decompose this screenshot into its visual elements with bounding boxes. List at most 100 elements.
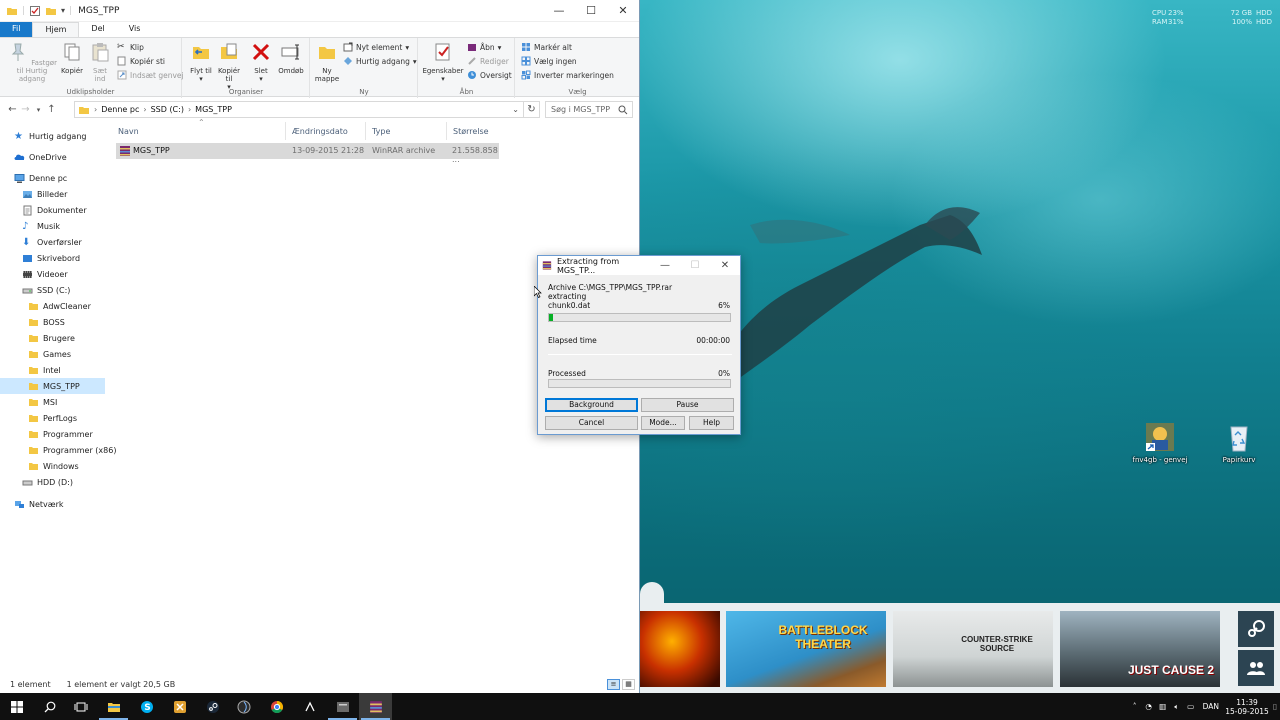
paste-button[interactable]: Sæt ind: [88, 41, 112, 83]
volume-icon[interactable]: 🔈︎: [1170, 702, 1184, 712]
taskbar-app-2[interactable]: [227, 693, 260, 720]
minimize-button[interactable]: —: [650, 260, 680, 271]
breadcrumb-ssd[interactable]: SSD (C:): [147, 105, 188, 114]
dialog-titlebar[interactable]: Extracting from MGS_TP... — ☐ ✕: [538, 256, 740, 275]
copy-button[interactable]: Kopiér: [58, 41, 86, 75]
nav-desktop[interactable]: Skrivebord: [22, 250, 80, 266]
game-tile-1[interactable]: [640, 611, 720, 687]
column-date[interactable]: Ændringsdato: [286, 122, 366, 140]
taskbar-chrome[interactable]: [260, 693, 293, 720]
tab-view[interactable]: Vis: [117, 22, 153, 37]
close-button[interactable]: ✕: [607, 0, 639, 22]
nav-folder[interactable]: PerfLogs: [28, 410, 77, 426]
column-name[interactable]: Navn: [112, 122, 286, 140]
select-all-button[interactable]: Markér alt: [521, 42, 572, 52]
nav-folder[interactable]: Programmer (x86): [28, 442, 116, 458]
network-icon[interactable]: ▥: [1156, 702, 1170, 711]
new-folder-icon[interactable]: [45, 5, 57, 17]
friends-icon[interactable]: [1238, 650, 1274, 686]
nav-this-pc[interactable]: Denne pc: [14, 170, 67, 186]
column-type[interactable]: Type: [366, 122, 447, 140]
game-tile-battleblock[interactable]: BATTLEBLOCK THEATER: [726, 611, 886, 687]
properties-check-icon[interactable]: [29, 5, 41, 17]
new-folder-button[interactable]: Ny mappe: [313, 41, 341, 83]
nav-folder[interactable]: MSI: [28, 394, 57, 410]
tab-share[interactable]: Del: [79, 22, 116, 37]
nav-folder[interactable]: Intel: [28, 362, 61, 378]
maximize-button[interactable]: ☐: [575, 0, 607, 22]
taskbar-app[interactable]: [163, 693, 196, 720]
address-bar[interactable]: › Denne pc › SSD (C:) › MGS_TPP ⌄: [74, 101, 524, 118]
new-item-button[interactable]: Nyt element ▾: [343, 42, 409, 52]
gamebar-tab[interactable]: [640, 582, 664, 604]
easy-access-button[interactable]: Hurtig adgang ▾: [343, 56, 417, 66]
breadcrumb-mgs-tpp[interactable]: MGS_TPP: [191, 105, 236, 114]
task-view-button[interactable]: [64, 693, 97, 720]
mode-button[interactable]: Mode...: [641, 416, 685, 430]
search-button[interactable]: [33, 693, 66, 720]
nav-folder[interactable]: Programmer: [28, 426, 93, 442]
copy-path-button[interactable]: Kopiér sti: [117, 56, 165, 66]
taskbar-app-4[interactable]: [326, 693, 359, 720]
help-button[interactable]: Help: [689, 416, 734, 430]
tab-file[interactable]: Fil: [0, 22, 33, 37]
table-row[interactable]: MGS_TPP 13-09-2015 21:28 WinRAR archive …: [116, 143, 499, 164]
up-arrow-icon[interactable]: ↑: [45, 104, 58, 115]
details-view-icon[interactable]: ≡: [607, 679, 620, 690]
nav-folder[interactable]: Games: [28, 346, 71, 362]
nav-quick-access[interactable]: ★ Hurtig adgang: [14, 128, 86, 144]
rename-button[interactable]: Omdøb: [276, 41, 306, 75]
nav-documents[interactable]: Dokumenter: [22, 202, 87, 218]
action-center-icon[interactable]: ▭: [1184, 702, 1198, 711]
move-to-button[interactable]: Flyt til ▾: [189, 41, 213, 83]
nav-hdd-d[interactable]: HDD (D:): [22, 474, 73, 490]
taskbar-skype[interactable]: S: [130, 693, 163, 720]
nav-folder[interactable]: BOSS: [28, 314, 65, 330]
pin-quick-access-button[interactable]: Fastgør til Hurtig adgang: [3, 41, 61, 83]
steam-icon[interactable]: [1238, 611, 1274, 647]
cut-button[interactable]: ✂ Klip: [117, 42, 144, 52]
taskbar-steam[interactable]: [196, 693, 229, 720]
search-input[interactable]: Søg i MGS_TPP: [545, 101, 633, 118]
qat-dropdown-icon[interactable]: ▾: [61, 6, 65, 15]
nav-folder[interactable]: AdwCleaner: [28, 298, 91, 314]
recent-locations-icon[interactable]: ▾: [32, 106, 45, 114]
invert-selection-button[interactable]: Inverter markeringen: [521, 70, 614, 80]
address-dropdown-icon[interactable]: ⌄: [512, 105, 519, 114]
start-button[interactable]: [0, 693, 33, 720]
input-language[interactable]: DAN: [1198, 702, 1224, 711]
taskbar-app-3[interactable]: [293, 693, 326, 720]
nav-onedrive[interactable]: OneDrive: [14, 149, 67, 165]
nav-folder[interactable]: Brugere: [28, 330, 75, 346]
breadcrumb-this-pc[interactable]: Denne pc: [97, 105, 143, 114]
refresh-button[interactable]: ↻: [524, 101, 540, 118]
taskbar-file-explorer[interactable]: [97, 693, 130, 720]
select-none-button[interactable]: Vælg ingen: [521, 56, 577, 66]
column-size[interactable]: Størrelse: [447, 122, 499, 140]
paste-shortcut-button[interactable]: Indsæt genvej: [117, 70, 184, 80]
open-button[interactable]: Åbn ▾: [467, 42, 501, 52]
desktop-icon-fnv4gb[interactable]: fnv4gb - genvej: [1130, 421, 1190, 464]
pause-button[interactable]: Pause: [641, 398, 734, 412]
nav-ssd-c[interactable]: SSD (C:): [22, 282, 70, 298]
nav-folder-selected[interactable]: MGS_TPP: [0, 378, 105, 394]
nav-videos[interactable]: Videoer: [22, 266, 68, 282]
history-button[interactable]: Oversigt: [467, 70, 512, 80]
desktop-icon-recycle-bin[interactable]: Papirkurv: [1209, 421, 1269, 464]
background-button[interactable]: Background: [545, 398, 638, 412]
notifications-icon[interactable]: ▯: [1270, 702, 1280, 711]
properties-button[interactable]: Egenskaber ▾: [421, 41, 465, 83]
cancel-button[interactable]: Cancel: [545, 416, 638, 430]
tab-home[interactable]: Hjem: [32, 22, 80, 37]
delete-button[interactable]: Slet ▾: [249, 41, 273, 83]
back-arrow-icon[interactable]: ←: [6, 104, 19, 115]
explorer-titlebar[interactable]: | ▾ | MGS_TPP — ☐ ✕: [0, 0, 639, 22]
nav-pictures[interactable]: Billeder: [22, 186, 67, 202]
edit-button[interactable]: Rediger: [467, 56, 509, 66]
nav-folder[interactable]: Windows: [28, 458, 79, 474]
forward-arrow-icon[interactable]: →: [19, 104, 32, 115]
nav-downloads[interactable]: ⬇ Overførsler: [22, 234, 82, 250]
show-hidden-icons-icon[interactable]: ˄: [1128, 702, 1142, 711]
copy-to-button[interactable]: Kopiér til ▾: [216, 41, 242, 91]
minimize-button[interactable]: —: [543, 0, 575, 22]
